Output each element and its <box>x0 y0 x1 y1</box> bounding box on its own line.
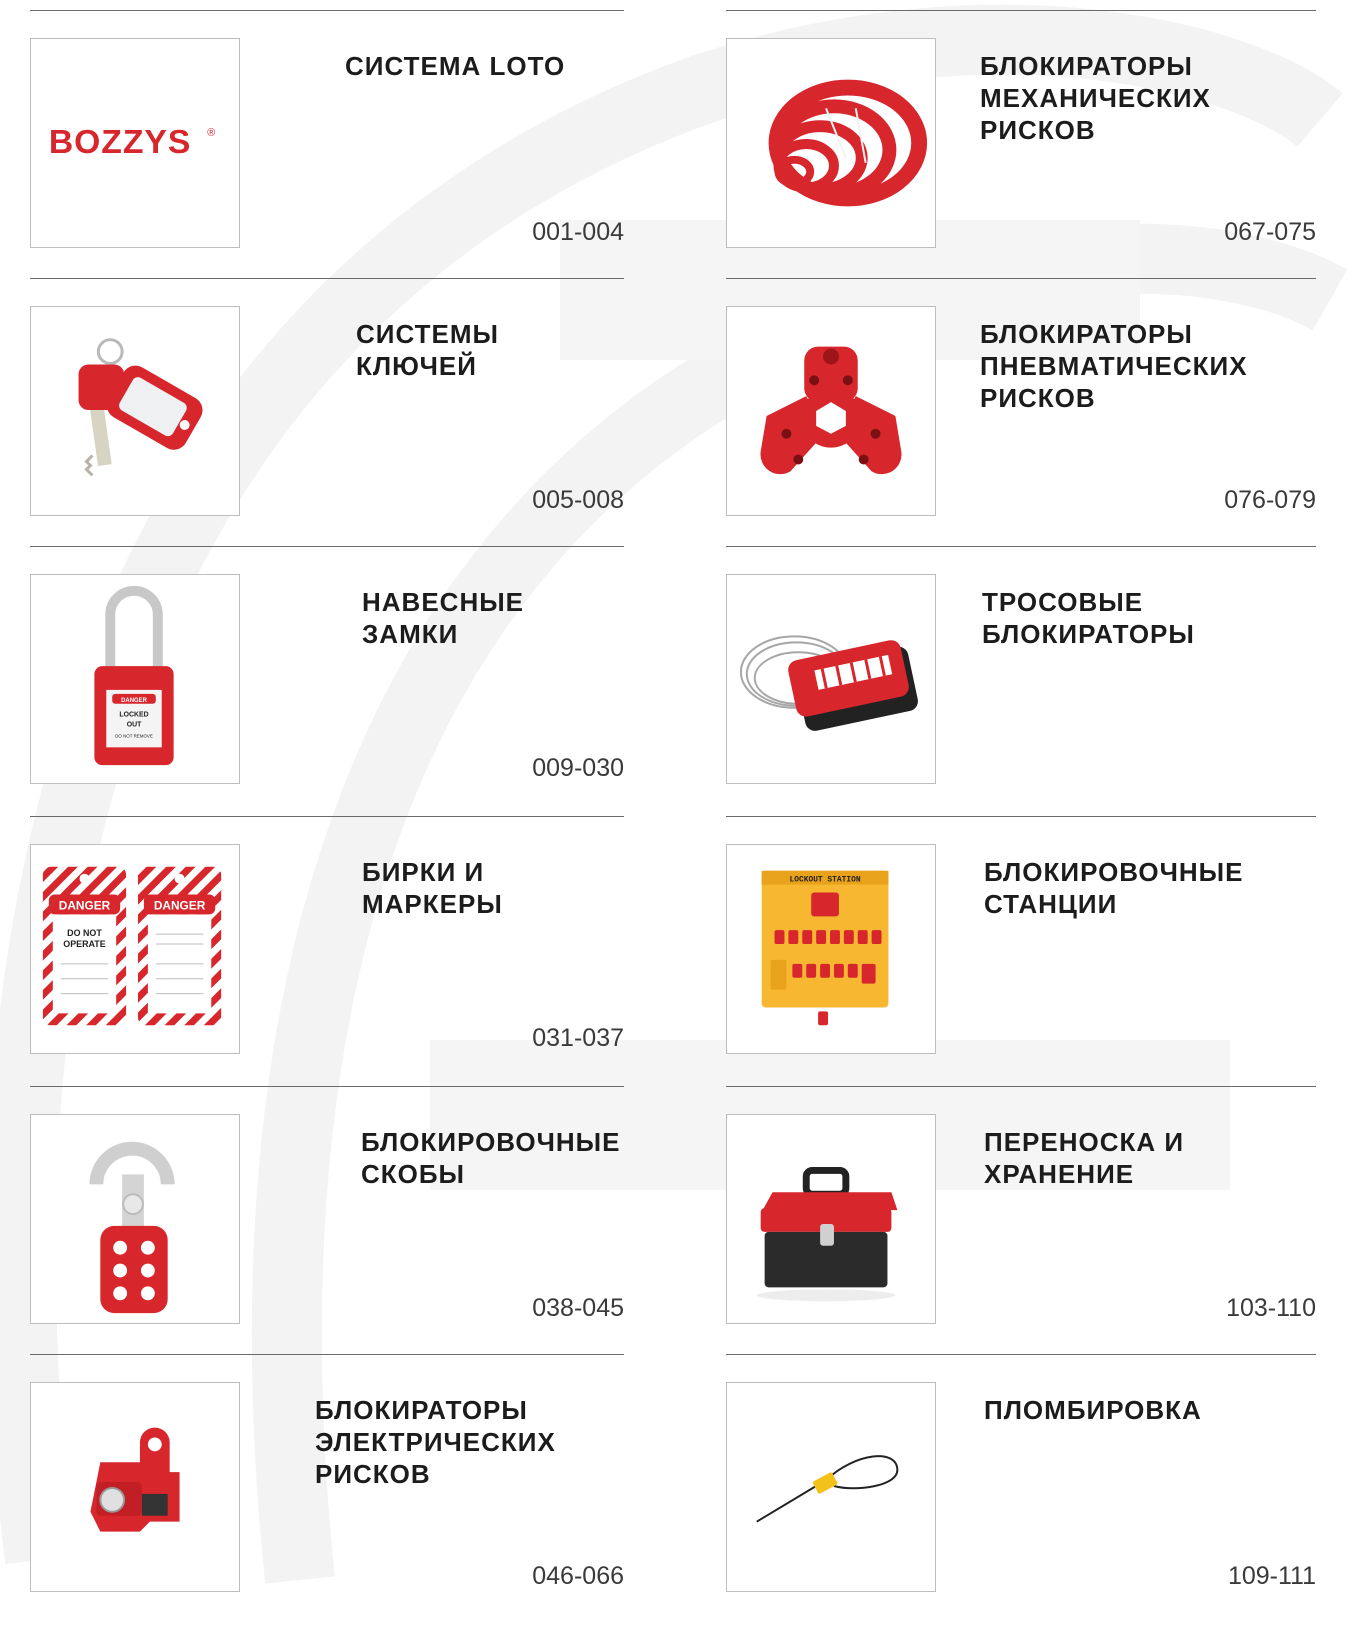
tag-do-not-label: DO NOT <box>67 928 102 938</box>
page-range: 005-008 <box>532 486 624 514</box>
tag-operate-label: OPERATE <box>63 939 105 949</box>
catalog-item-hasps[interactable]: БЛОКИРОВОЧНЫЕ СКОБЫ 038-045 <box>30 1086 624 1358</box>
catalog-item-cable-lockouts[interactable]: ТРОСОВЫЕ БЛОКИРАТОРЫ <box>726 546 1316 818</box>
page-range: 031-037 <box>532 1024 624 1052</box>
padlock-do-not-remove-label: DO NOT REMOVE <box>115 733 153 738</box>
page-range: 009-030 <box>532 754 624 782</box>
cable-seal-icon <box>726 1382 936 1592</box>
catalog-item-padlocks[interactable]: DANGER LOCKED OUT DO NOT REMOVE НАВЕСНЫЕ… <box>30 546 624 818</box>
item-title: БЛОКИРОВОЧНЫЕ СКОБЫ <box>361 1127 621 1189</box>
catalog-item-mechanical-lockouts[interactable]: БЛОКИРАТОРЫ МЕХАНИЧЕСКИХ РИСКОВ 067-075 <box>726 10 1316 282</box>
padlock-icon: DANGER LOCKED OUT DO NOT REMOVE <box>30 574 240 784</box>
catalog-item-carry-storage[interactable]: ПЕРЕНОСКА И ХРАНЕНИЕ 103-110 <box>726 1086 1316 1358</box>
divider <box>726 1354 1316 1355</box>
page-range: 038-045 <box>532 1294 624 1322</box>
catalog-item-lockout-stations[interactable]: LOCKOUT STATION БЛОКИРОВОЧНЫЕ СТАНЦИИ <box>726 816 1316 1088</box>
catalog-item-pneumatic-lockouts[interactable]: БЛОКИРАТОРЫ ПНЕВМАТИЧЕСКИХ РИСКОВ 076-07… <box>726 278 1316 550</box>
divider <box>726 278 1316 279</box>
pneumatic-lockout-icon <box>726 306 936 516</box>
breaker-lockout-icon <box>30 1382 240 1592</box>
divider <box>726 10 1316 11</box>
item-title: ПЕРЕНОСКА И ХРАНЕНИЕ <box>984 1127 1185 1189</box>
station-label: LOCKOUT STATION <box>789 876 860 885</box>
danger-tags-icon: DANGER DO NOT OPERATE DANGER <box>30 844 240 1054</box>
item-title: СИСТЕМЫ КЛЮЧЕЙ <box>356 319 499 381</box>
item-title: СИСТЕМА LOTO <box>345 51 566 81</box>
page-range: 109-111 <box>1227 1562 1316 1590</box>
bozzys-logo: BOZZYS ® <box>30 38 240 248</box>
divider <box>30 1354 624 1355</box>
catalog-item-key-systems[interactable]: СИСТЕМЫ КЛЮЧЕЙ 005-008 <box>30 278 624 550</box>
item-title: ПЛОМБИРОВКА <box>984 1395 1202 1425</box>
page-range: 067-075 <box>1224 218 1316 246</box>
padlock-danger-label: DANGER <box>121 698 147 704</box>
item-title: БИРКИ И МАРКЕРЫ <box>362 857 503 919</box>
catalog-item-electrical-lockouts[interactable]: БЛОКИРАТОРЫ ЭЛЕКТРИЧЕСКИХ РИСКОВ 046-066 <box>30 1354 624 1626</box>
item-title: ТРОСОВЫЕ БЛОКИРАТОРЫ <box>982 587 1195 649</box>
padlock-locked-label: LOCKED <box>119 712 148 719</box>
catalog-item-loto-system[interactable]: BOZZYS ® СИСТЕМА LOTO 001-004 <box>30 10 624 282</box>
item-title: БЛОКИРАТОРЫ ЭЛЕКТРИЧЕСКИХ РИСКОВ <box>315 1395 556 1489</box>
padlock-out-label: OUT <box>127 722 142 729</box>
valve-lockouts-icon <box>726 38 936 248</box>
key-with-tag-icon <box>30 306 240 516</box>
divider <box>30 1086 624 1087</box>
divider <box>30 10 624 11</box>
toolbox-icon <box>726 1114 936 1324</box>
page-range: 001-004 <box>532 218 624 246</box>
divider <box>30 278 624 279</box>
item-title: БЛОКИРАТОРЫ МЕХАНИЧЕСКИХ РИСКОВ <box>980 51 1211 145</box>
divider <box>30 816 624 817</box>
lockout-hasp-icon <box>30 1114 240 1324</box>
page-range: 046-066 <box>532 1562 624 1590</box>
lockout-station-icon: LOCKOUT STATION <box>726 844 936 1054</box>
tag-danger-label-2: DANGER <box>154 898 206 912</box>
registered-mark: ® <box>207 127 215 139</box>
item-title: БЛОКИРАТОРЫ ПНЕВМАТИЧЕСКИХ РИСКОВ <box>980 319 1248 413</box>
tag-danger-label: DANGER <box>59 898 111 912</box>
divider <box>726 546 1316 547</box>
item-title: НАВЕСНЫЕ ЗАМКИ <box>362 587 525 649</box>
catalog-item-tags[interactable]: DANGER DO NOT OPERATE DANGER БИРКИ И МАР… <box>30 816 624 1088</box>
page-range: 103-110 <box>1226 1294 1316 1322</box>
cable-lockout-icon <box>726 574 936 784</box>
catalog-item-seals[interactable]: ПЛОМБИРОВКА 109-111 <box>726 1354 1316 1626</box>
bozzys-logo-text: BOZZYS <box>49 124 191 161</box>
divider <box>726 1086 1316 1087</box>
divider <box>30 546 624 547</box>
divider <box>726 816 1316 817</box>
page-range: 076-079 <box>1224 486 1316 514</box>
item-title: БЛОКИРОВОЧНЫЕ СТАНЦИИ <box>984 857 1244 919</box>
